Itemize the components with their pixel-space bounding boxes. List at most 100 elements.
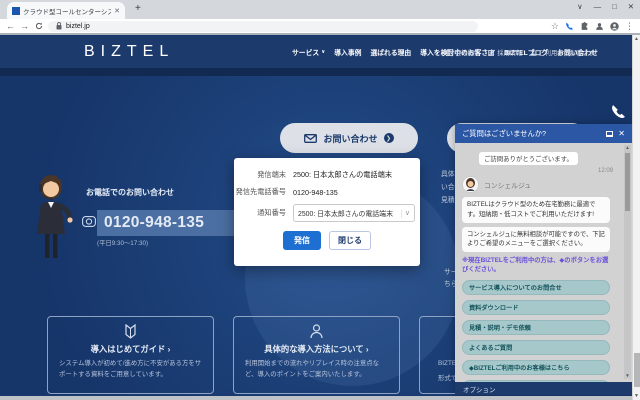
select-divider: | [400, 208, 403, 218]
profile-icon[interactable] [595, 22, 604, 31]
chat-close-icon[interactable]: ✕ [618, 129, 625, 138]
agent-name: コンシェルジュ [484, 182, 532, 190]
chevron-down-icon: ∨ [321, 49, 326, 55]
scroll-down-icon[interactable]: ▼ [624, 373, 631, 379]
chat-options-label: オプション [463, 386, 496, 394]
chat-widget: ご質問はございませんか? ✕ ご訪問ありがとうございます。 12:09 コンシェ… [455, 124, 632, 395]
contact-pill-label: お問い合わせ [323, 133, 378, 144]
site-header: BIZTEL サービス ∨ 導入事例 選ばれる理由 導入を検討中のお客さま BIZ… [0, 36, 632, 68]
card-body: システム導入が初めて/進め方に不安がある方をサポートする資料をご用意しています。 [59, 360, 202, 378]
concierge-avatar [462, 176, 479, 193]
window-maximize-icon[interactable]: □ [612, 2, 617, 11]
chat-timestamp: 12:09 [597, 168, 613, 174]
close-dialog-button[interactable]: 閉じる [329, 231, 371, 250]
calling-terminal-value: 2500: 日本太郎さんの電話端末 [293, 170, 393, 179]
tab-close-icon[interactable]: ✕ [114, 7, 120, 15]
call-button[interactable]: 発信 [283, 231, 321, 250]
extensions-icon[interactable] [580, 21, 589, 31]
browser-tab[interactable]: クラウド型コールセンターシステム-BIZ ✕ [7, 2, 125, 19]
notify-number-select[interactable]: 2500: 日本太郎さんの電話端末 | ∨ [293, 204, 415, 222]
browser-tabstrip: クラウド型コールセンターシステム-BIZ ✕ + ∨ — □ ✕ [0, 0, 640, 19]
chat-scroll-thumb[interactable] [625, 153, 630, 211]
tab-search-icon[interactable]: ∨ [577, 2, 583, 11]
biztel-logo[interactable]: BIZTEL [84, 43, 174, 61]
chevron-down-icon: ∨ [404, 210, 410, 217]
chat-minimize-icon[interactable] [606, 130, 614, 137]
deployment-method-card[interactable]: 具体的な導入方法について › 利用開始までの流れやリプレイス時の注意点など、導入… [233, 316, 400, 394]
contact-pill-button[interactable]: お問い合わせ ❯ [280, 123, 418, 153]
url-text: biztel.jp [66, 22, 90, 30]
beginner-guide-card[interactable]: 導入はじめてガイド › システム導入が初めて/進め方に不安がある方をサポートする… [47, 316, 214, 394]
beginner-mark-icon [125, 324, 136, 339]
quote-desc-fragment: 具体 [441, 171, 455, 178]
calling-terminal-label: 発信端末 [257, 170, 286, 179]
chat-menu-quote-demo[interactable]: 見積・説明・デモ依頼 [462, 319, 610, 335]
operator-illustration [37, 175, 73, 258]
chat-menu-service-inquiry[interactable]: サービス導入についてのお問合せ [462, 279, 610, 295]
nav-item-services[interactable]: サービス ∨ [292, 47, 325, 57]
page-scroll-thumb[interactable] [634, 353, 640, 387]
lock-icon [54, 22, 63, 31]
utility-company[interactable]: 会社概要 [447, 48, 480, 57]
call-dialog: 発信端末 2500: 日本太郎さんの電話端末 発信先電話番号 0120-948-… [234, 158, 420, 266]
browser-menu-icon[interactable]: ⋮ [625, 21, 634, 31]
back-icon[interactable]: ← [6, 21, 15, 31]
quote-desc-fragment: 見積 [441, 197, 455, 204]
phone-number-strip: 0120-948-135 [97, 210, 237, 236]
chat-footer[interactable]: オプション [455, 382, 632, 395]
scroll-up-icon[interactable]: ▲ [624, 145, 631, 151]
phone-hours: (平日9:30〜17:30) [97, 240, 149, 247]
chat-title: ご質問はございませんか? [462, 128, 547, 138]
url-field[interactable]: biztel.jp [48, 20, 478, 32]
window-close-icon[interactable]: ✕ [628, 2, 634, 11]
chat-greeting-bubble: ご訪問ありがとうございます。 [479, 152, 578, 165]
nav-item-case-studies[interactable]: 導入事例 [334, 47, 361, 57]
destination-number-label: 発信先電話番号 [235, 187, 286, 196]
phone-extension-icon[interactable] [565, 22, 574, 31]
chat-notice: ※現在BIZTELをご利用中の方は、◆のボタンをお選びください。 [462, 257, 609, 274]
page-scrollbar[interactable]: ▲ ▼ [632, 35, 640, 400]
chat-menu-faq[interactable]: よくあるご質問 [462, 339, 610, 355]
browser-addressbar: ← → biztel.jp ☆ ⋮ [0, 19, 640, 35]
chat-body: ご訪問ありがとうございます。 12:09 コンシェルジュ BIZTELはクラウド… [455, 143, 632, 382]
favicon [12, 6, 20, 15]
avatar[interactable] [610, 21, 619, 31]
tab-title: クラウド型コールセンターシステム-BIZ [23, 8, 112, 16]
card-body: 利用開始までの流れやリプレイス時の注意点など、導入のポイントをご案内いたします。 [245, 360, 380, 378]
new-tab-button[interactable]: + [135, 3, 141, 14]
header-sub-bar [0, 68, 632, 76]
utility-links: 会社概要 採用情報 ご利用中のお客さま [447, 36, 595, 68]
forward-icon[interactable]: → [20, 21, 29, 31]
reload-icon[interactable] [34, 22, 43, 31]
utility-current-customers[interactable]: ご利用中のお客さま [530, 48, 595, 57]
scroll-up-icon[interactable]: ▲ [633, 36, 640, 42]
chat-menu-download[interactable]: 資料ダウンロード [462, 299, 610, 315]
chat-menu-in-negotiation[interactable]: 商談中のお客様 [462, 379, 610, 382]
bookmark-star-icon[interactable]: ☆ [551, 21, 559, 31]
window-bottom-edge [0, 396, 632, 400]
page: BIZTEL サービス ∨ 導入事例 選ばれる理由 導入を検討中のお客さま BIZ… [0, 35, 632, 400]
notify-number-value: 2500: 日本太郎さんの電話端末 [298, 211, 393, 218]
chat-message: コンシェルジュに無料相談が可能ですので、下記よりご希望のメニューをご選択ください… [462, 226, 610, 252]
chat-scrollbar[interactable]: ▲ ▼ [624, 145, 631, 379]
envelope-icon [304, 133, 318, 143]
person-icon [530, 49, 536, 56]
phone-contact-label: お電話でのお問い合わせ [86, 188, 174, 197]
phone-number: 0120-948-135 [104, 214, 205, 231]
freedial-icon [82, 216, 96, 227]
floating-phone-icon[interactable] [610, 104, 627, 121]
chat-header[interactable]: ご質問はございませんか? ✕ [455, 124, 632, 143]
window-minimize-icon[interactable]: — [594, 2, 602, 11]
scroll-down-icon[interactable]: ▼ [633, 393, 640, 399]
utility-recruit[interactable]: 採用情報 [488, 48, 522, 57]
notify-number-label: 通知番号 [257, 208, 286, 217]
card-title: 導入はじめてガイド › [90, 344, 171, 354]
arrow-right-icon: ❯ [383, 133, 394, 143]
edit-icon [488, 49, 496, 56]
quote-desc-fragment: い合 [441, 184, 455, 191]
card-title: 具体的な導入方法について › [264, 344, 369, 354]
chat-menu-current-users[interactable]: ◆BIZTELご利用中のお客様はこちら [462, 359, 610, 375]
person-outline-icon [310, 324, 323, 339]
building-icon [447, 48, 453, 56]
nav-item-why-chosen[interactable]: 選ばれる理由 [370, 47, 411, 57]
